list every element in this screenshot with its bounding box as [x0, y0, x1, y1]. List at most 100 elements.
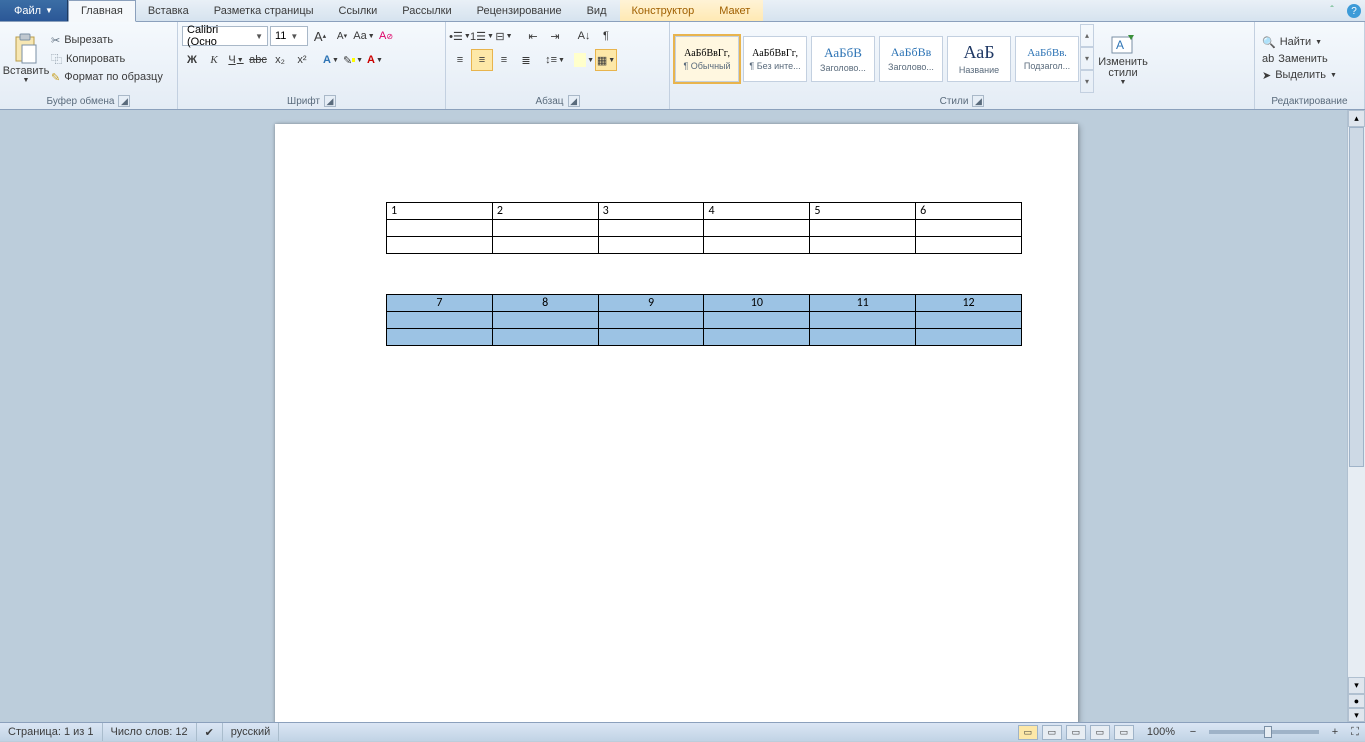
dialog-launcher[interactable]: ◢: [324, 95, 336, 107]
replace-button[interactable]: abЗаменить: [1259, 52, 1360, 66]
table-cell[interactable]: [704, 329, 810, 346]
text-effects-button[interactable]: A▼: [321, 50, 341, 70]
table-cell[interactable]: 1: [387, 203, 493, 220]
table-cell[interactable]: 6: [916, 203, 1022, 220]
dialog-launcher[interactable]: ◢: [118, 95, 130, 107]
style-tile-0[interactable]: АаБбВвГг,¶ Обычный: [675, 36, 739, 82]
table-cell[interactable]: [598, 312, 704, 329]
fullscreen-button[interactable]: ⛶: [1345, 722, 1365, 742]
font-color-button[interactable]: A▼: [365, 50, 385, 70]
multilevel-button[interactable]: ⊟▼: [494, 26, 514, 46]
table-cell[interactable]: 9: [598, 295, 704, 312]
font-name-combo[interactable]: Calibri (Осно▼: [182, 26, 268, 46]
increase-indent-button[interactable]: ⇥: [545, 26, 565, 46]
shrink-font-button[interactable]: A▾: [332, 26, 352, 46]
superscript-button[interactable]: x²: [292, 50, 312, 70]
view-web-button[interactable]: ▭: [1066, 725, 1086, 740]
justify-button[interactable]: ≣: [516, 50, 536, 70]
table-cell[interactable]: [810, 312, 916, 329]
tab-макет[interactable]: Макет: [707, 0, 763, 21]
table-row[interactable]: 789101112: [387, 295, 1022, 312]
style-tile-2[interactable]: АаБбВЗаголово...: [811, 36, 875, 82]
table-row[interactable]: [387, 329, 1022, 346]
zoom-level[interactable]: 100%: [1139, 723, 1183, 741]
status-language[interactable]: русский: [223, 723, 279, 741]
underline-button[interactable]: Ч▼: [226, 50, 246, 70]
table-cell[interactable]: [810, 237, 916, 254]
cut-button[interactable]: Вырезать: [48, 33, 166, 48]
status-proofing[interactable]: ✔: [197, 723, 223, 741]
help-button[interactable]: ?: [1347, 4, 1361, 18]
style-tile-1[interactable]: АаБбВвГг,¶ Без инте...: [743, 36, 807, 82]
document-table-1[interactable]: 123456: [386, 202, 1022, 254]
table-cell[interactable]: 10: [704, 295, 810, 312]
view-outline-button[interactable]: ▭: [1090, 725, 1110, 740]
table-cell[interactable]: 2: [492, 203, 598, 220]
table-cell[interactable]: [387, 220, 493, 237]
copy-button[interactable]: Копировать: [48, 50, 166, 68]
dialog-launcher[interactable]: ◢: [972, 95, 984, 107]
highlight-button[interactable]: ✎▼: [343, 50, 363, 70]
scroll-down-button[interactable]: ▾: [1348, 677, 1365, 694]
table-cell[interactable]: 11: [810, 295, 916, 312]
style-tile-4[interactable]: АаБНазвание: [947, 36, 1011, 82]
sort-button[interactable]: A↓: [574, 26, 594, 46]
browse-prev-button[interactable]: ●: [1348, 694, 1365, 708]
tab-рецензирование[interactable]: Рецензирование: [465, 0, 575, 21]
table-row[interactable]: [387, 312, 1022, 329]
find-button[interactable]: 🔍Найти▼: [1259, 35, 1360, 50]
vertical-scrollbar[interactable]: ▴ ▾ ● ▾: [1347, 110, 1365, 722]
table-cell[interactable]: [492, 329, 598, 346]
decrease-indent-button[interactable]: ⇤: [523, 26, 543, 46]
zoom-out-button[interactable]: −: [1183, 722, 1203, 742]
table-cell[interactable]: [916, 220, 1022, 237]
subscript-button[interactable]: x₂: [270, 50, 290, 70]
ribbon-minimize-button[interactable]: ˆ: [1321, 0, 1343, 21]
tab-конструктор[interactable]: Конструктор: [620, 0, 708, 21]
table-cell[interactable]: [492, 220, 598, 237]
table-cell[interactable]: [704, 237, 810, 254]
table-cell[interactable]: [598, 220, 704, 237]
table-cell[interactable]: [598, 237, 704, 254]
scroll-up-button[interactable]: ▴: [1348, 110, 1365, 127]
table-cell[interactable]: [916, 237, 1022, 254]
view-reading-button[interactable]: ▭: [1042, 725, 1062, 740]
dialog-launcher[interactable]: ◢: [568, 95, 580, 107]
align-left-button[interactable]: ≡: [450, 50, 470, 70]
view-draft-button[interactable]: ▭: [1114, 725, 1134, 740]
table-cell[interactable]: 7: [387, 295, 493, 312]
shading-button[interactable]: ▼: [574, 50, 594, 70]
tab-вставка[interactable]: Вставка: [136, 0, 202, 21]
table-cell[interactable]: 4: [704, 203, 810, 220]
view-print-layout-button[interactable]: ▭: [1018, 725, 1038, 740]
format-painter-button[interactable]: Формат по образцу: [48, 70, 166, 85]
zoom-slider[interactable]: [1209, 730, 1319, 734]
tab-разметка страницы[interactable]: Разметка страницы: [202, 0, 327, 21]
align-center-button[interactable]: ≡: [472, 50, 492, 70]
table-cell[interactable]: [387, 312, 493, 329]
line-spacing-button[interactable]: ↕≡▼: [545, 50, 565, 70]
table-cell[interactable]: 3: [598, 203, 704, 220]
table-cell[interactable]: [810, 329, 916, 346]
table-row[interactable]: [387, 237, 1022, 254]
table-cell[interactable]: 5: [810, 203, 916, 220]
table-cell[interactable]: 8: [492, 295, 598, 312]
table-cell[interactable]: [492, 312, 598, 329]
select-button[interactable]: ➤Выделить▼: [1259, 68, 1360, 83]
table-cell[interactable]: [810, 220, 916, 237]
table-cell[interactable]: [492, 237, 598, 254]
zoom-in-button[interactable]: +: [1325, 722, 1345, 742]
styles-scroll[interactable]: ▴▾▾: [1080, 24, 1094, 93]
clear-formatting-button[interactable]: A⊘: [376, 26, 396, 46]
table-cell[interactable]: [704, 312, 810, 329]
tab-вид[interactable]: Вид: [575, 0, 620, 21]
scroll-track[interactable]: [1348, 127, 1365, 677]
font-size-combo[interactable]: 11▼: [270, 26, 308, 46]
document-table-2[interactable]: 789101112: [386, 294, 1022, 346]
bullets-button[interactable]: •☰▼: [450, 26, 470, 46]
tab-file[interactable]: Файл ▼: [0, 0, 68, 21]
document-page[interactable]: 123456 789101112: [275, 124, 1078, 724]
grow-font-button[interactable]: A▴: [310, 26, 330, 46]
align-right-button[interactable]: ≡: [494, 50, 514, 70]
table-cell[interactable]: 12: [916, 295, 1022, 312]
